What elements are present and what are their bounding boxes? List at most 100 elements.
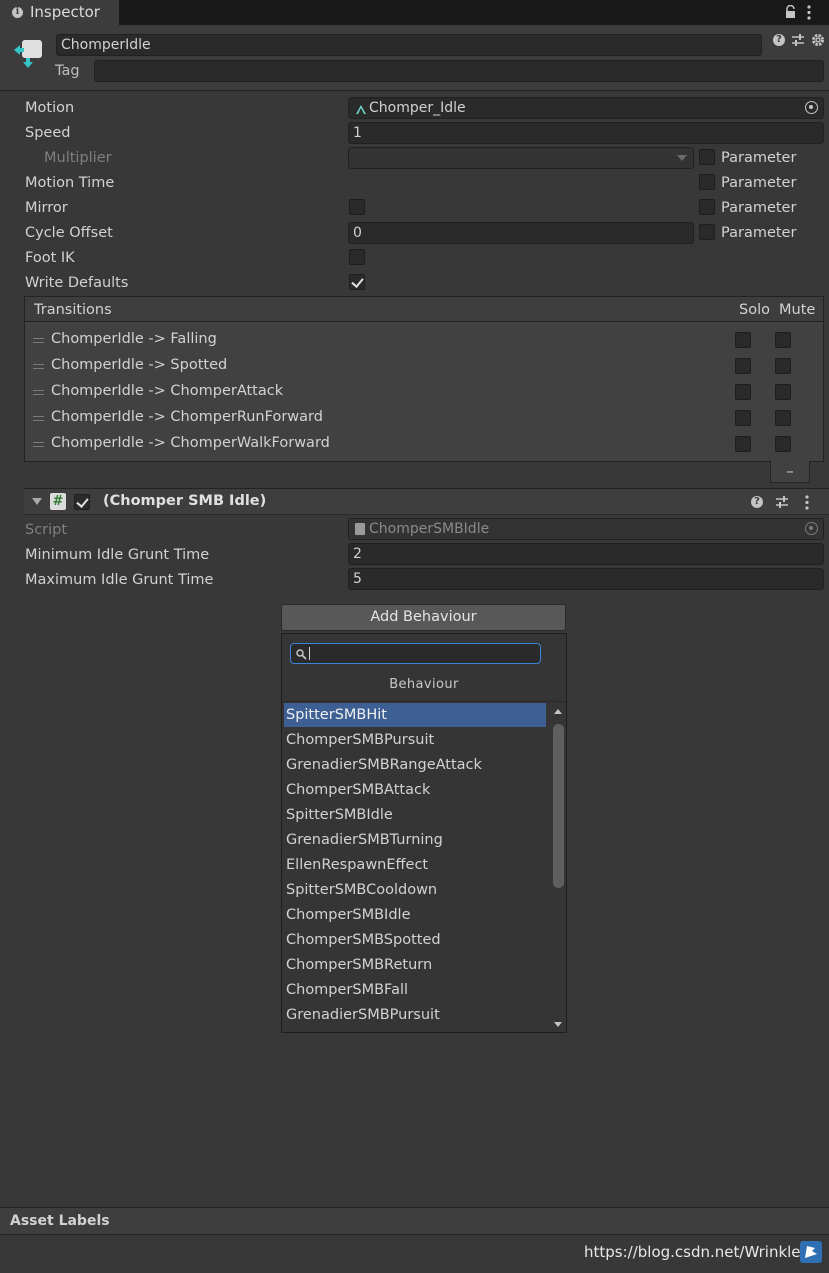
behaviour-list-item[interactable]: ChomperSMBFall — [284, 978, 546, 1002]
behaviour-list-item[interactable]: EllenRespawnEffect — [284, 853, 546, 877]
lock-icon[interactable] — [785, 4, 796, 19]
mirror-parameter-label: Parameter — [721, 200, 797, 216]
multiplier-parameter-checkbox[interactable] — [699, 149, 715, 165]
name-field[interactable]: ChomperIdle — [56, 34, 762, 56]
tab-inspector[interactable]: i Inspector — [0, 0, 120, 25]
transition-row[interactable]: ChomperIdle -> Falling — [25, 329, 823, 353]
behaviour-scrollbar-thumb[interactable] — [553, 724, 564, 888]
mute-checkbox[interactable] — [775, 332, 791, 348]
remove-transition-button[interactable]: – — [770, 461, 810, 483]
help-icon[interactable]: ? — [773, 34, 785, 46]
speed-label: Speed — [25, 125, 71, 141]
solo-checkbox[interactable] — [735, 384, 751, 400]
transitions-list: Transitions Solo Mute ChomperIdle -> Fal… — [24, 296, 824, 462]
behaviour-list-item[interactable]: SpitterSMBHit — [284, 703, 546, 727]
scroll-down-arrow-icon[interactable] — [554, 1022, 562, 1027]
cycle-offset-field[interactable]: 0 — [348, 222, 694, 244]
mute-checkbox[interactable] — [775, 436, 791, 452]
transition-row[interactable]: ChomperIdle -> ChomperAttack — [25, 381, 823, 405]
mute-header: Mute — [779, 302, 816, 318]
behaviour-list-item[interactable]: SpitterSMBCooldown — [284, 878, 546, 902]
behaviour-list-item[interactable]: ChomperSMBPursuit — [284, 728, 546, 752]
drag-handle-icon[interactable] — [33, 364, 44, 369]
transition-label: ChomperIdle -> ChomperRunForward — [51, 409, 323, 425]
behaviour-list-item[interactable]: ChomperSMBReturn — [284, 953, 546, 977]
behaviour-preset-icon[interactable] — [775, 495, 789, 509]
write-defaults-label: Write Defaults — [25, 275, 129, 291]
behaviour-list-item[interactable]: GrenadierSMBRangeAttack — [284, 753, 546, 777]
solo-checkbox[interactable] — [735, 358, 751, 374]
transition-row[interactable]: ChomperIdle -> ChomperWalkForward — [25, 433, 823, 457]
drag-handle-icon[interactable] — [33, 416, 44, 421]
motion-time-label: Motion Time — [25, 175, 115, 191]
behaviour-list-item[interactable]: GrenadierSMBTurning — [284, 828, 546, 852]
multiplier-label: Multiplier — [44, 150, 112, 166]
preset-icon[interactable] — [791, 33, 805, 47]
multiplier-dropdown[interactable] — [348, 147, 694, 169]
transition-row[interactable]: ChomperIdle -> Spotted — [25, 355, 823, 379]
motion-label: Motion — [25, 100, 75, 116]
behaviour-header: # (Chomper SMB Idle) ? — [24, 488, 829, 515]
drag-handle-icon[interactable] — [33, 442, 44, 447]
add-behaviour-button[interactable]: Add Behaviour — [281, 604, 566, 631]
behaviour-enabled-checkbox[interactable] — [74, 494, 90, 510]
speed-field[interactable]: 1 — [348, 122, 824, 144]
write-defaults-checkbox[interactable] — [349, 274, 365, 290]
behaviour-list-item[interactable]: ChomperSMBAttack — [284, 778, 546, 802]
animation-clip-icon — [355, 102, 367, 114]
foot-ik-checkbox[interactable] — [349, 249, 365, 265]
foldout-arrow-icon[interactable] — [32, 498, 42, 505]
add-behaviour-popup: Behaviour SpitterSMBHit ChomperSMBPursuit… — [281, 633, 567, 1033]
solo-checkbox[interactable] — [735, 332, 751, 348]
drag-handle-icon[interactable] — [33, 338, 44, 343]
info-icon: i — [12, 7, 23, 18]
popup-divider — [282, 701, 566, 702]
mute-checkbox[interactable] — [775, 410, 791, 426]
tag-field[interactable] — [94, 60, 824, 82]
state-icon — [12, 38, 44, 70]
cycle-offset-parameter-label: Parameter — [721, 225, 797, 241]
watermark-logo-icon — [800, 1241, 822, 1263]
mirror-label: Mirror — [25, 200, 68, 216]
behaviour-list-item[interactable]: ChomperSMBIdle — [284, 903, 546, 927]
behaviour-list-item[interactable]: SpitterSMBIdle — [284, 803, 546, 827]
asset-labels-title[interactable]: Asset Labels — [10, 1213, 110, 1229]
transition-label: ChomperIdle -> ChomperAttack — [51, 383, 284, 399]
mirror-checkbox[interactable] — [349, 199, 365, 215]
more-menu-icon[interactable] — [806, 5, 812, 20]
max-grunt-field[interactable]: 5 — [348, 568, 824, 590]
motion-time-parameter-label: Parameter — [721, 175, 797, 191]
behaviour-search-input[interactable] — [290, 643, 541, 664]
mute-checkbox[interactable] — [775, 384, 791, 400]
chevron-down-icon — [677, 155, 687, 161]
foot-ik-label: Foot IK — [25, 250, 75, 266]
max-grunt-label: Maximum Idle Grunt Time — [25, 572, 214, 588]
drag-handle-icon[interactable] — [33, 390, 44, 395]
search-caret — [309, 647, 310, 660]
motion-field[interactable]: Chomper_Idle — [348, 97, 824, 119]
solo-checkbox[interactable] — [735, 436, 751, 452]
cycle-offset-parameter-checkbox[interactable] — [699, 224, 715, 240]
script-value: ChomperSMBIdle — [369, 521, 490, 537]
mirror-parameter-checkbox[interactable] — [699, 199, 715, 215]
gear-icon[interactable] — [811, 33, 825, 47]
behaviour-list-item[interactable]: GrenadierSMBPursuit — [284, 1003, 546, 1027]
solo-checkbox[interactable] — [735, 410, 751, 426]
multiplier-parameter-label: Parameter — [721, 150, 797, 166]
object-picker-icon[interactable] — [805, 101, 818, 114]
transition-row[interactable]: ChomperIdle -> ChomperRunForward — [25, 407, 823, 431]
behaviour-more-icon[interactable] — [804, 495, 810, 510]
scroll-up-arrow-icon[interactable] — [554, 709, 562, 714]
tab-inspector-label: Inspector — [30, 3, 100, 21]
motion-value: Chomper_Idle — [369, 100, 466, 116]
motion-time-parameter-checkbox[interactable] — [699, 174, 715, 190]
object-header: ChomperIdle ? Tag — [0, 25, 829, 91]
script-file-icon — [355, 523, 365, 535]
mute-checkbox[interactable] — [775, 358, 791, 374]
behaviour-help-icon[interactable]: ? — [751, 496, 763, 508]
script-picker-icon — [805, 522, 818, 535]
watermark-text: https://blog.csdn.net/Wrinkle20 — [584, 1243, 820, 1261]
behaviour-list-item[interactable]: ChomperSMBSpotted — [284, 928, 546, 952]
script-field: ChomperSMBIdle — [348, 518, 824, 540]
min-grunt-field[interactable]: 2 — [348, 543, 824, 565]
